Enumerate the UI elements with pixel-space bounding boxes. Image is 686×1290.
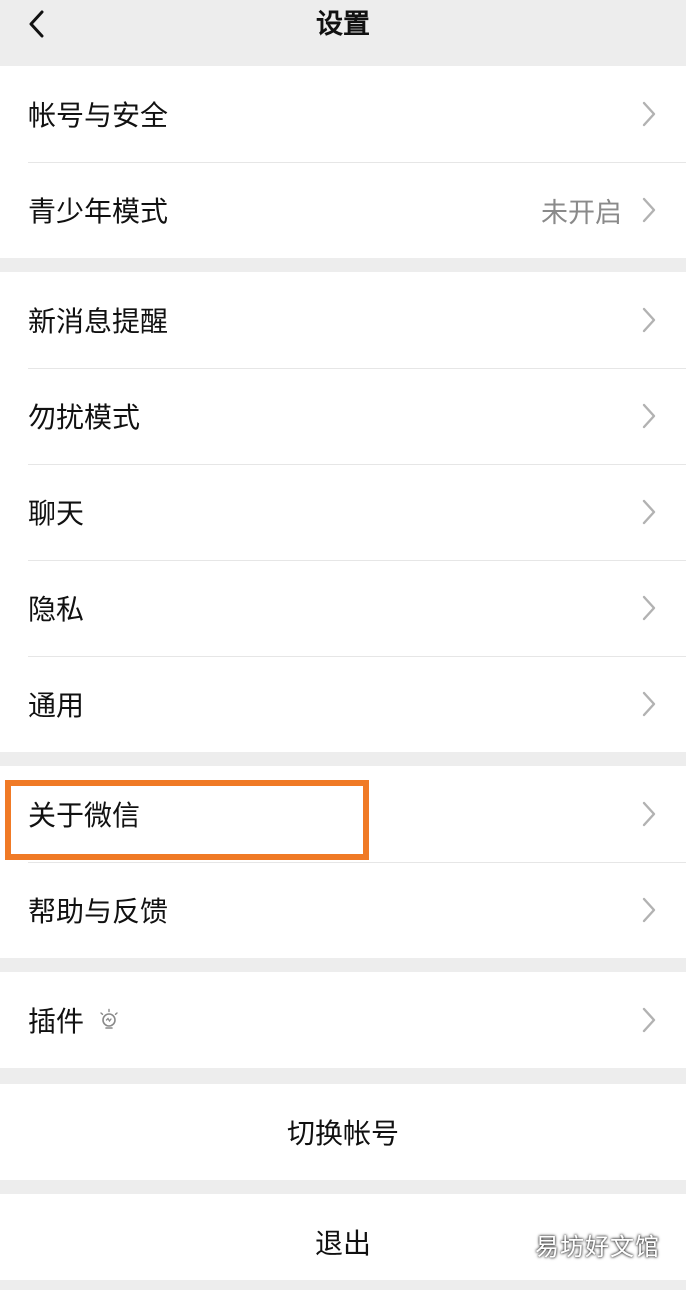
settings-item-label: 聊天 [28,497,85,530]
settings-item-notifications[interactable]: 新消息提醒 [0,272,686,368]
chevron-right-icon [642,307,656,333]
settings-group-account: 帐号与安全 青少年模式 未开启 [0,66,686,258]
chevron-right-icon [642,1007,656,1033]
watermark: 易坊好文馆 [535,1233,660,1261]
settings-item-teen-mode[interactable]: 青少年模式 未开启 [0,162,686,258]
settings-item-about-wechat[interactable]: 关于微信 [0,766,686,862]
chevron-right-icon [642,897,656,923]
settings-item-do-not-disturb[interactable]: 勿扰模式 [0,368,686,464]
settings-item-label: 帐号与安全 [28,99,169,132]
settings-item-account-security[interactable]: 帐号与安全 [0,66,686,162]
chevron-right-icon [642,197,656,223]
settings-item-help-feedback[interactable]: 帮助与反馈 [0,862,686,958]
settings-item-privacy[interactable]: 隐私 [0,560,686,656]
settings-item-label: 新消息提醒 [28,305,169,338]
settings-group-plugins: 插件 [0,972,686,1068]
settings-group-general: 新消息提醒 勿扰模式 聊天 隐私 通用 [0,272,686,752]
nav-bar: 设置 [0,0,686,64]
teen-mode-status: 未开启 [541,197,622,229]
settings-item-label: 勿扰模式 [28,401,141,434]
chevron-right-icon [642,403,656,429]
settings-item-label: 青少年模式 [28,195,169,228]
settings-group-about: 关于微信 帮助与反馈 [0,766,686,958]
settings-item-plugins[interactable]: 插件 [0,972,686,1068]
switch-account-button[interactable]: 切换帐号 [0,1084,686,1180]
settings-item-label: 插件 [28,1000,120,1040]
page-title: 设置 [316,9,370,40]
switch-account-group: 切换帐号 [0,1084,686,1180]
settings-item-label: 帮助与反馈 [28,895,169,928]
plugins-label-text: 插件 [28,1005,85,1038]
settings-item-general[interactable]: 通用 [0,656,686,752]
settings-item-label: 通用 [28,689,85,722]
chevron-right-icon [642,595,656,621]
chevron-right-icon [642,801,656,827]
chevron-right-icon [642,691,656,717]
settings-item-label: 隐私 [28,593,85,626]
lightbulb-icon [100,1008,118,1029]
settings-item-chat[interactable]: 聊天 [0,464,686,560]
settings-item-label: 关于微信 [28,799,141,832]
chevron-right-icon [642,101,656,127]
chevron-right-icon [642,499,656,525]
